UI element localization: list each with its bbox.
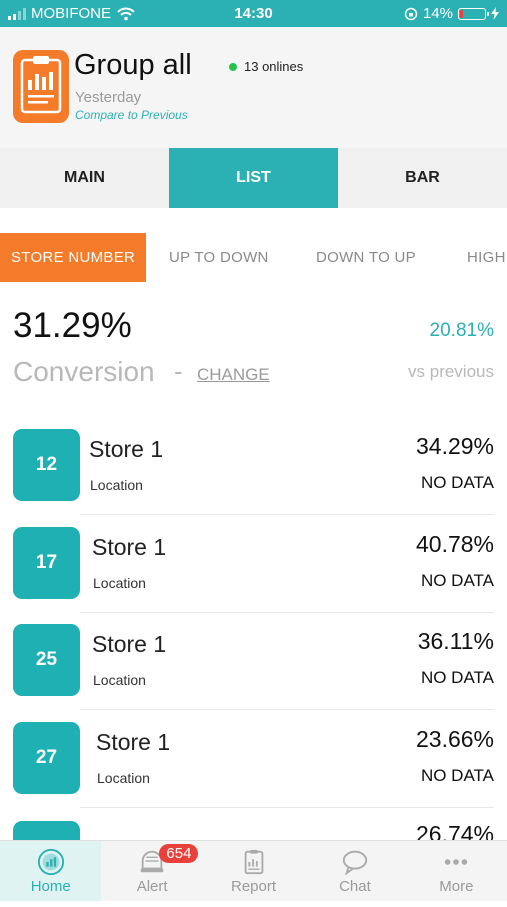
battery-icon xyxy=(458,7,489,20)
online-count: 13 onlines xyxy=(244,59,304,74)
summary-value: 31.29% xyxy=(13,306,132,345)
nav-alert-label: Alert xyxy=(136,878,168,895)
online-status: 13 onlines xyxy=(229,59,303,74)
nav-chat-label: Chat xyxy=(339,878,371,895)
store-row[interactable]: 17 Store 1 Location 40.78% NO DATA xyxy=(0,515,507,613)
status-bar: MOBIFONE 14:30 14% xyxy=(0,0,507,27)
nav-report[interactable]: Report xyxy=(203,841,304,901)
store-row[interactable]: 25 Store 1 Location 36.11% NO DATA xyxy=(0,612,507,710)
change-metric-link[interactable]: CHANGE xyxy=(197,365,270,385)
report-clipboard-icon xyxy=(13,50,69,123)
metric-name: Conversion xyxy=(13,356,155,387)
store-status: NO DATA xyxy=(420,766,494,785)
alert-count-badge: 654 xyxy=(159,844,199,863)
store-location: Location xyxy=(93,575,146,591)
view-tabs: MAIN LIST BAR xyxy=(0,148,507,208)
store-name: Store 1 xyxy=(92,534,167,560)
nav-home-label: Home xyxy=(30,878,71,895)
sort-down-to-up[interactable]: DOWN TO UP xyxy=(316,233,416,282)
store-value: 23.66% xyxy=(415,726,494,752)
chat-icon xyxy=(342,850,368,876)
tab-bar[interactable]: BAR xyxy=(338,148,507,208)
nav-home[interactable]: Home xyxy=(0,841,102,901)
status-right: 14% xyxy=(404,5,499,22)
nav-alert[interactable]: Alert 654 xyxy=(101,841,202,901)
bottom-nav: Home Alert 654 Report Chat More xyxy=(0,840,507,901)
store-number-badge: 27 xyxy=(13,722,80,794)
store-number-badge: 17 xyxy=(13,527,80,599)
compare-value: 20.81% xyxy=(429,320,494,341)
store-name: Store 1 xyxy=(96,729,171,755)
rotation-lock-icon xyxy=(404,7,418,20)
store-name: Store 1 xyxy=(92,631,167,657)
store-row[interactable]: 12 Store 1 Location 34.29% NO DATA xyxy=(0,417,507,515)
metric-dash: - xyxy=(174,356,183,386)
charging-icon xyxy=(491,7,499,20)
store-status: NO DATA xyxy=(420,571,494,590)
vs-previous-label: vs previous xyxy=(408,362,494,381)
sort-options: STORE NUMBER UP TO DOWN DOWN TO UP HIGH xyxy=(0,233,507,282)
store-status: NO DATA xyxy=(420,473,494,492)
nav-report-label: Report xyxy=(231,878,277,895)
store-location: Location xyxy=(97,770,150,786)
more-icon xyxy=(445,859,468,865)
report-icon xyxy=(244,849,263,875)
page-title: Group all xyxy=(74,49,192,81)
online-dot-icon xyxy=(229,62,237,71)
nav-more[interactable]: More xyxy=(406,841,507,901)
store-name: Store 1 xyxy=(89,436,164,462)
store-location: Location xyxy=(90,477,143,493)
nav-more-label: More xyxy=(439,878,474,895)
store-value: 36.11% xyxy=(417,628,494,654)
store-value: 40.78% xyxy=(415,531,494,557)
nav-chat[interactable]: Chat xyxy=(304,841,405,901)
battery-percent: 14% xyxy=(422,5,453,22)
compare-link[interactable]: Compare to Previous xyxy=(75,108,188,122)
sort-store-number[interactable]: STORE NUMBER xyxy=(0,233,147,282)
period-label: Yesterday xyxy=(75,89,142,106)
sort-high[interactable]: HIGH xyxy=(467,233,506,282)
battery-level xyxy=(460,9,463,18)
row-divider xyxy=(80,807,494,808)
store-location: Location xyxy=(93,672,146,688)
store-row[interactable]: 27 Store 1 Location 23.66% NO DATA xyxy=(0,710,507,808)
sort-up-to-down[interactable]: UP TO DOWN xyxy=(169,233,269,282)
store-status: NO DATA xyxy=(420,668,494,687)
store-value: 34.29% xyxy=(415,433,494,459)
store-number-badge: 12 xyxy=(13,429,80,501)
header: Group all 13 onlines Yesterday Compare t… xyxy=(0,27,507,148)
tab-main[interactable]: MAIN xyxy=(0,148,169,208)
store-number-badge: 25 xyxy=(13,624,80,696)
home-icon xyxy=(37,848,64,876)
tab-list[interactable]: LIST xyxy=(169,148,338,208)
